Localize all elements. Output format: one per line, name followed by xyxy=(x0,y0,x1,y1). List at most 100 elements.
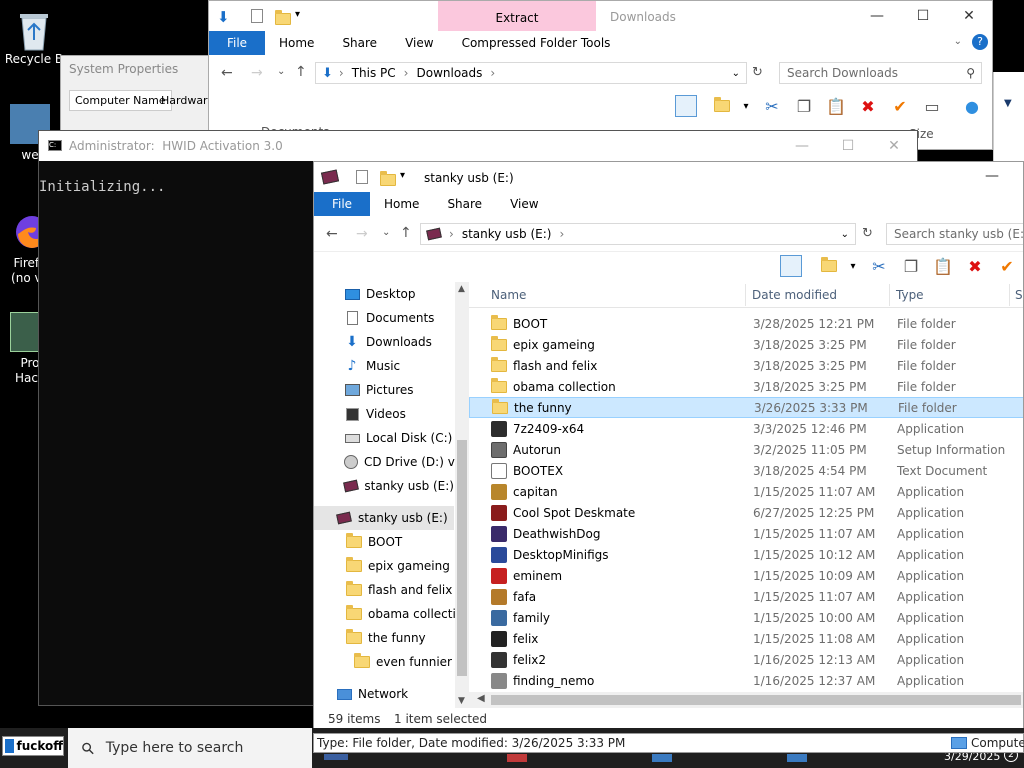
tab-hardware[interactable]: Hardware xyxy=(161,94,214,107)
stanky-address-bar[interactable]: › stanky usb (E:) › ⌄ xyxy=(420,223,856,245)
stanky-search-input[interactable]: Search stanky usb (E:) xyxy=(886,223,1023,245)
file-row[interactable]: felix2 1/16/2025 12:13 AM Application xyxy=(469,649,1023,670)
file-row[interactable]: BOOT 3/28/2025 12:21 PM File folder xyxy=(469,313,1023,334)
breadcrumb-stanky-usb[interactable]: stanky usb (E:) xyxy=(462,227,552,241)
forward-arrow-icon[interactable]: → xyxy=(356,226,368,242)
chevron-down-icon[interactable]: ⌄ xyxy=(954,36,962,47)
rename-icon[interactable]: ✔ xyxy=(996,255,1018,277)
copy-icon[interactable]: ❐ xyxy=(900,255,922,277)
taskbar-app-icon[interactable] xyxy=(507,754,527,762)
column-name[interactable]: Name xyxy=(491,288,526,302)
delete-icon[interactable]: ✖ xyxy=(857,95,879,117)
dropdown-icon[interactable]: ▾ xyxy=(842,255,864,277)
properties-icon[interactable]: ▭ xyxy=(921,95,943,117)
refresh-icon[interactable]: ↻ xyxy=(862,226,873,241)
file-row[interactable]: felix 1/15/2025 11:08 AM Application xyxy=(469,628,1023,649)
start-button[interactable]: fuckoff xyxy=(2,736,64,756)
nav-item[interactable]: stanky usb (E:) xyxy=(314,506,454,530)
downloads-search-input[interactable]: Search Downloads ⚲ xyxy=(779,62,982,84)
rename-icon[interactable]: ✔ xyxy=(889,95,911,117)
column-date[interactable]: Date modified xyxy=(752,288,837,302)
tab-file[interactable]: File xyxy=(209,31,265,55)
globe-icon[interactable]: ● xyxy=(961,95,983,117)
nav-item[interactable]: stanky usb (E:) xyxy=(314,474,454,498)
nav-item[interactable]: Pictures xyxy=(314,378,454,402)
file-row[interactable]: epix gameing 3/18/2025 3:25 PM File folder xyxy=(469,334,1023,355)
up-arrow-icon[interactable]: ↑ xyxy=(295,64,307,80)
file-row[interactable]: finding_nemo 1/16/2025 12:37 AM Applicatio… xyxy=(469,670,1023,691)
column-size[interactable]: Si xyxy=(1015,288,1023,302)
nav-item[interactable]: BOOT xyxy=(314,530,454,554)
forward-arrow-icon[interactable]: → xyxy=(251,65,263,81)
nav-item[interactable]: flash and felix xyxy=(314,578,454,602)
nav-item[interactable]: Documents xyxy=(314,306,454,330)
cut-icon[interactable]: ✂ xyxy=(868,255,890,277)
contextual-tab-extract[interactable]: Extract xyxy=(438,1,596,31)
address-dropdown-icon[interactable]: ⌄ xyxy=(732,68,740,79)
desktop-icon-recycle-bin[interactable]: Recycle B xyxy=(4,8,64,67)
downloads-address-bar[interactable]: ⬇ › This PC › Downloads › ⌄ xyxy=(315,62,747,84)
address-dropdown-icon[interactable]: ⌄ xyxy=(841,229,849,240)
tab-view[interactable]: View xyxy=(391,31,447,55)
close-icon[interactable]: ✕ xyxy=(946,1,992,31)
nav-item[interactable]: even funnier xyxy=(314,650,454,674)
delete-icon[interactable]: ✖ xyxy=(964,255,986,277)
file-row[interactable]: eminem 1/15/2025 10:09 AM Application xyxy=(469,565,1023,586)
minimize-icon[interactable]: — xyxy=(985,168,999,184)
breadcrumb-downloads[interactable]: Downloads xyxy=(416,66,482,80)
file-row[interactable]: Autorun 3/2/2025 11:05 PM Setup Informatio… xyxy=(469,439,1023,460)
new-folder-icon[interactable] xyxy=(818,255,840,277)
file-row[interactable]: fafa 1/15/2025 11:07 AM Application xyxy=(469,586,1023,607)
up-arrow-icon[interactable]: ↑ xyxy=(400,225,412,241)
paste-icon[interactable]: 📋 xyxy=(825,95,847,117)
taskbar-search-box[interactable]: ⚲ Type here to search xyxy=(68,728,312,768)
maximize-icon[interactable]: ☐ xyxy=(825,131,871,161)
dropdown-icon[interactable]: ▾ xyxy=(735,95,757,117)
taskbar-app-icon[interactable] xyxy=(324,754,348,760)
scroll-down-icon[interactable]: ▼ xyxy=(458,696,465,706)
file-row[interactable]: DeathwishDog 1/15/2025 11:07 AM Applicatio… xyxy=(469,523,1023,544)
nav-item[interactable]: the funny xyxy=(314,626,454,650)
chevron-down-icon[interactable]: ▾ xyxy=(295,9,300,20)
recent-chevron-icon[interactable]: ⌄ xyxy=(382,227,390,238)
scroll-left-icon[interactable]: ◀ xyxy=(477,693,485,704)
tab-computer-name[interactable]: Computer Name xyxy=(69,90,172,111)
tab-share[interactable]: Share xyxy=(328,31,391,55)
preview-pane-icon[interactable] xyxy=(780,255,802,277)
nav-item[interactable]: epix gameing xyxy=(314,554,454,578)
nav-item[interactable]: ⬇ Downloads xyxy=(314,330,454,354)
nav-item[interactable]: CD Drive (D:) virt xyxy=(314,450,468,474)
paste-icon[interactable]: 📋 xyxy=(932,255,954,277)
nav-item[interactable]: Videos xyxy=(314,402,454,426)
tab-home[interactable]: Home xyxy=(265,31,328,55)
file-row[interactable]: obama collection 3/18/2025 3:25 PM File fo… xyxy=(469,376,1023,397)
breadcrumb-this-pc[interactable]: This PC xyxy=(352,66,396,80)
maximize-icon[interactable]: ☐ xyxy=(900,1,946,31)
close-icon[interactable]: ✕ xyxy=(871,131,917,161)
nav-scrollbar[interactable]: ▲ ▼ xyxy=(455,282,469,708)
tab-home[interactable]: Home xyxy=(370,192,433,216)
taskbar-app-icon[interactable] xyxy=(652,754,672,762)
horizontal-scrollbar[interactable]: ◀ xyxy=(469,692,1023,708)
cut-icon[interactable]: ✂ xyxy=(761,95,783,117)
file-row[interactable]: the funny 3/26/2025 3:33 PM File folder xyxy=(469,397,1023,418)
nav-scroll-thumb[interactable] xyxy=(457,440,467,676)
preview-pane-icon[interactable] xyxy=(675,95,697,117)
file-row[interactable]: BOOTEX 3/18/2025 4:54 PM Text Document xyxy=(469,460,1023,481)
nav-item[interactable]: ♪ Music xyxy=(314,354,454,378)
nav-item[interactable]: Desktop xyxy=(314,282,454,306)
file-row[interactable]: capitan 1/15/2025 11:07 AM Application xyxy=(469,481,1023,502)
nav-item[interactable]: Local Disk (C:) xyxy=(314,426,454,450)
minimize-icon[interactable]: — xyxy=(854,1,900,31)
h-scroll-thumb[interactable] xyxy=(491,695,1021,705)
tab-file[interactable]: File xyxy=(314,192,370,216)
copy-icon[interactable]: ❐ xyxy=(793,95,815,117)
taskbar-app-icon[interactable] xyxy=(787,754,807,762)
tab-compressed-folder-tools[interactable]: Compressed Folder Tools xyxy=(448,31,625,55)
column-type[interactable]: Type xyxy=(896,288,924,302)
file-row[interactable]: Cool Spot Deskmate 6/27/2025 12:25 PM Appl… xyxy=(469,502,1023,523)
new-folder-icon[interactable] xyxy=(711,95,733,117)
back-arrow-icon[interactable]: ← xyxy=(326,226,338,242)
tab-view[interactable]: View xyxy=(496,192,552,216)
back-arrow-icon[interactable]: ← xyxy=(221,65,233,81)
